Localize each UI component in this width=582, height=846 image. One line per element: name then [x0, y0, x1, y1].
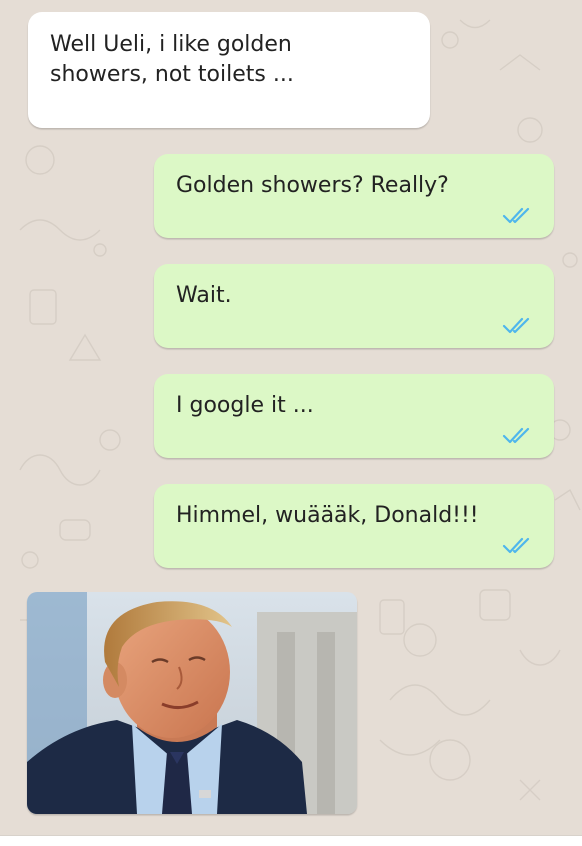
double-check-read-icon — [502, 317, 530, 334]
outgoing-message-bubble[interactable]: Wait. — [154, 264, 554, 348]
double-check-read-icon — [502, 537, 530, 554]
outgoing-message-bubble[interactable]: Himmel, wuäääk, Donald!!! — [154, 484, 554, 568]
photo-of-man-in-suit — [27, 592, 357, 814]
outgoing-message-bubble[interactable]: Golden showers? Really? — [154, 154, 554, 238]
message-text: Golden showers? Really? — [176, 173, 449, 198]
message-text: Wait. — [176, 283, 232, 308]
message-text: Well Ueli, i like golden showers, not to… — [50, 32, 294, 87]
incoming-message-bubble[interactable]: Well Ueli, i like golden showers, not to… — [28, 12, 430, 128]
chat-area: Well Ueli, i like golden showers, not to… — [0, 0, 582, 835]
outgoing-message-bubble[interactable]: I google it ... — [154, 374, 554, 458]
bottom-divider — [0, 835, 582, 846]
image-message[interactable] — [27, 592, 357, 814]
double-check-read-icon — [502, 427, 530, 444]
message-text: I google it ... — [176, 393, 314, 418]
double-check-read-icon — [502, 207, 530, 224]
message-text: Himmel, wuäääk, Donald!!! — [176, 503, 479, 528]
